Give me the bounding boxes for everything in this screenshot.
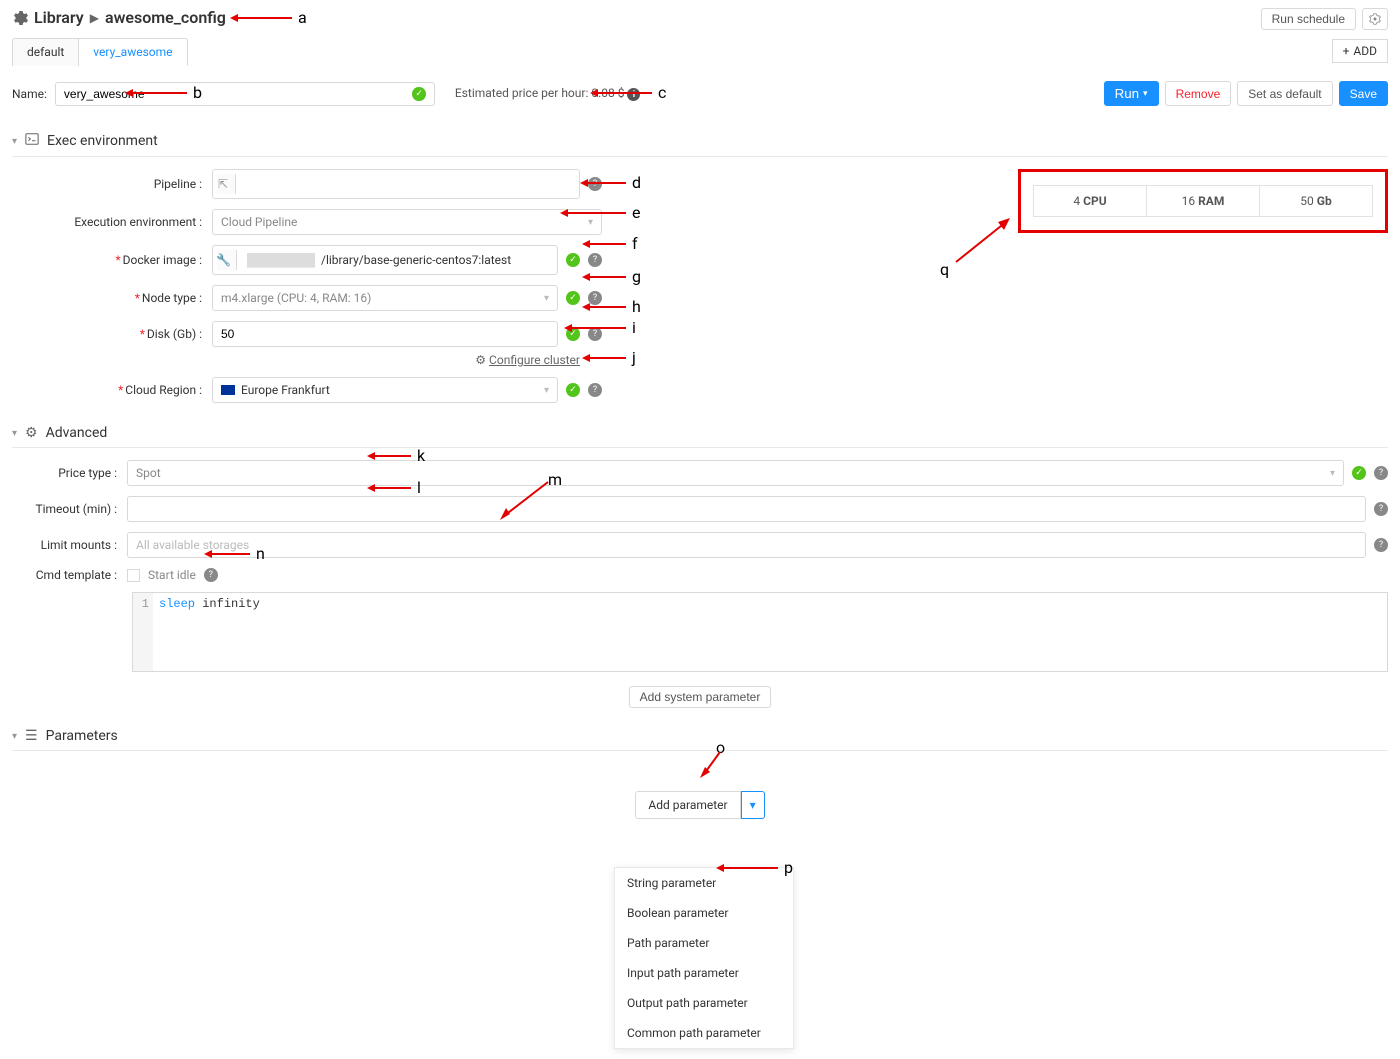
region-label: *Cloud Region : bbox=[12, 383, 212, 397]
price-type-label: Price type : bbox=[12, 466, 127, 480]
disk-input[interactable] bbox=[212, 321, 558, 347]
help-icon[interactable]: ? bbox=[588, 253, 602, 267]
list-icon: ☰ bbox=[25, 728, 38, 744]
info-icon[interactable]: i bbox=[627, 88, 640, 101]
chevron-down-icon: ▾ bbox=[12, 428, 17, 439]
plus-icon: + bbox=[1343, 44, 1350, 58]
name-input[interactable] bbox=[64, 87, 413, 101]
ram-cell: 16 RAM bbox=[1147, 186, 1260, 216]
env-select[interactable]: Cloud Pipeline▾ bbox=[212, 209, 602, 235]
config-tabs: default very_awesome bbox=[12, 37, 188, 65]
configure-cluster-link[interactable]: Configure cluster bbox=[489, 353, 580, 367]
region-select[interactable]: Europe Frankfurt▾ bbox=[212, 377, 558, 403]
check-icon: ✓ bbox=[1352, 466, 1366, 480]
timeout-input[interactable] bbox=[127, 496, 1366, 522]
resource-summary: 4 CPU 16 RAM 50 Gb bbox=[1018, 169, 1388, 233]
help-icon[interactable]: ? bbox=[588, 383, 602, 397]
tab-very-awesome[interactable]: very_awesome bbox=[79, 38, 187, 66]
docker-label: *Docker image : bbox=[12, 253, 212, 267]
help-icon[interactable]: ? bbox=[588, 177, 602, 191]
help-icon[interactable]: ? bbox=[1374, 466, 1388, 480]
menu-item-common-path[interactable]: Common path parameter bbox=[615, 1018, 793, 1048]
pipeline-label: Pipeline : bbox=[12, 177, 212, 191]
add-parameter-dropdown-toggle[interactable]: ▾ bbox=[741, 791, 765, 819]
timeout-label: Timeout (min) : bbox=[12, 502, 127, 516]
gear-icon bbox=[12, 10, 28, 26]
check-icon: ✓ bbox=[566, 253, 580, 267]
check-icon: ✓ bbox=[566, 383, 580, 397]
run-schedule-button[interactable]: Run schedule bbox=[1261, 8, 1356, 30]
settings-icon-button[interactable] bbox=[1362, 8, 1388, 30]
menu-item-string[interactable]: String parameter bbox=[615, 868, 793, 898]
price-label: Estimated price per hour: 0.08 $ i bbox=[455, 86, 641, 102]
set-default-button[interactable]: Set as default bbox=[1237, 81, 1332, 106]
help-icon[interactable]: ? bbox=[1374, 502, 1388, 516]
help-icon[interactable]: ? bbox=[588, 291, 602, 305]
terminal-icon bbox=[25, 132, 39, 150]
cpu-cell: 4 CPU bbox=[1034, 186, 1147, 216]
advanced-section-header[interactable]: ▾ ⚙ Advanced bbox=[12, 419, 1388, 448]
menu-item-boolean[interactable]: Boolean parameter bbox=[615, 898, 793, 928]
check-icon: ✓ bbox=[566, 291, 580, 305]
help-icon[interactable]: ? bbox=[1374, 538, 1388, 552]
exec-section-header[interactable]: ▾ Exec environment bbox=[12, 126, 1388, 157]
menu-item-output-path[interactable]: Output path parameter bbox=[615, 988, 793, 1018]
save-button[interactable]: Save bbox=[1339, 81, 1388, 106]
pipeline-input[interactable]: ⇱ bbox=[212, 169, 580, 199]
limit-mounts-label: Limit mounts : bbox=[12, 538, 127, 552]
help-icon[interactable]: ? bbox=[588, 327, 602, 341]
gear-icon: ⚙ bbox=[25, 425, 38, 441]
cmd-template-editor[interactable]: 1 sleep infinity bbox=[132, 592, 1388, 672]
disk-cell: 50 Gb bbox=[1260, 186, 1372, 216]
flag-icon bbox=[221, 385, 235, 395]
tab-default[interactable]: default bbox=[12, 38, 79, 66]
chevron-right-icon: ▶ bbox=[90, 11, 99, 25]
add-system-parameter-button[interactable]: Add system parameter bbox=[629, 686, 772, 708]
name-label: Name: bbox=[12, 87, 47, 101]
start-idle-label: Start idle bbox=[148, 568, 196, 582]
run-button[interactable]: Run▾ bbox=[1104, 81, 1159, 106]
cmd-template-label: Cmd template : bbox=[12, 568, 127, 582]
parameters-section-header[interactable]: ▾ ☰ Parameters bbox=[12, 722, 1388, 751]
menu-item-path[interactable]: Path parameter bbox=[615, 928, 793, 958]
breadcrumb-config: awesome_config bbox=[105, 8, 226, 27]
env-label: Execution environment : bbox=[12, 215, 212, 229]
open-icon: ⇱ bbox=[217, 174, 236, 194]
chevron-down-icon: ▾ bbox=[1143, 88, 1148, 99]
tool-icon: 🔧 bbox=[217, 250, 237, 270]
chevron-down-icon: ▾ bbox=[12, 731, 17, 742]
gear-icon: ⚙ bbox=[475, 353, 486, 367]
node-label: *Node type : bbox=[12, 291, 212, 305]
help-icon[interactable]: ? bbox=[204, 568, 218, 582]
name-input-wrap: ✓ bbox=[55, 82, 435, 106]
add-parameter-button[interactable]: Add parameter bbox=[635, 791, 740, 819]
limit-mounts-input[interactable]: All available storages bbox=[127, 532, 1366, 558]
parameter-type-dropdown: String parameter Boolean parameter Path … bbox=[614, 867, 794, 1049]
breadcrumb: Library ▶ awesome_config bbox=[12, 8, 1388, 27]
check-icon: ✓ bbox=[566, 327, 580, 341]
start-idle-checkbox[interactable] bbox=[127, 569, 140, 582]
disk-label: *Disk (Gb) : bbox=[12, 327, 212, 341]
node-select[interactable]: m4.xlarge (CPU: 4, RAM: 16)▾ bbox=[212, 285, 558, 311]
check-icon: ✓ bbox=[412, 87, 425, 101]
breadcrumb-library[interactable]: Library bbox=[34, 8, 84, 27]
docker-input[interactable]: 🔧████████/library/base-generic-centos7:l… bbox=[212, 245, 558, 275]
menu-item-input-path[interactable]: Input path parameter bbox=[615, 958, 793, 988]
add-tab-button[interactable]: + ADD bbox=[1332, 39, 1388, 63]
chevron-down-icon: ▾ bbox=[12, 136, 17, 147]
remove-button[interactable]: Remove bbox=[1165, 81, 1232, 106]
price-type-select[interactable]: Spot▾ bbox=[127, 460, 1344, 486]
